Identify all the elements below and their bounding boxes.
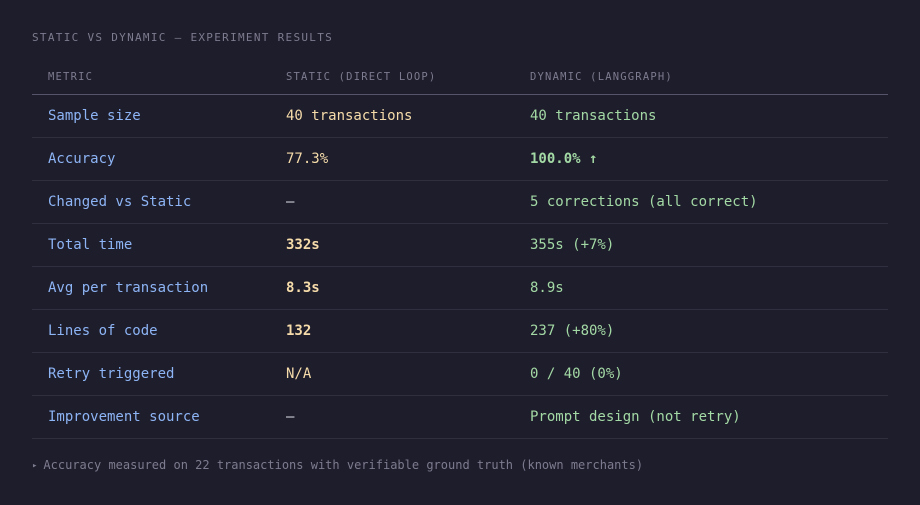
dynamic-value-cell: 5 corrections (all correct) bbox=[514, 180, 888, 224]
metric-cell: Accuracy bbox=[32, 137, 270, 181]
table-row: Accuracy 77.3% 100.0% ↑ bbox=[32, 137, 888, 181]
metric-cell: Total time bbox=[32, 223, 270, 267]
static-value-cell: 77.3% bbox=[270, 137, 514, 181]
dynamic-value-cell: Prompt design (not retry) bbox=[514, 395, 888, 439]
static-value-cell: — bbox=[270, 395, 514, 439]
column-header-metric: METRIC bbox=[32, 60, 270, 95]
static-value-cell: 132 bbox=[270, 309, 514, 353]
metric-cell: Retry triggered bbox=[32, 352, 270, 396]
static-value-cell: 8.3s bbox=[270, 266, 514, 310]
section-title: STATIC VS DYNAMIC — EXPERIMENT RESULTS bbox=[32, 31, 334, 44]
column-header-dynamic: DYNAMIC (LANGGRAPH) bbox=[514, 60, 888, 95]
table-row: Sample size 40 transactions 40 transacti… bbox=[32, 94, 888, 138]
table-header-row: METRIC STATIC (DIRECT LOOP) DYNAMIC (LAN… bbox=[32, 60, 888, 95]
static-value-cell: N/A bbox=[270, 352, 514, 396]
table-row: Changed vs Static — 5 corrections (all c… bbox=[32, 180, 888, 224]
table-row: Improvement source — Prompt design (not … bbox=[32, 395, 888, 439]
footnote: ▸ Accuracy measured on 22 transactions wi… bbox=[32, 458, 643, 472]
dynamic-value-cell: 100.0% ↑ bbox=[514, 137, 888, 181]
dynamic-value-cell: 40 transactions bbox=[514, 94, 888, 138]
dynamic-value-cell: 237 (+80%) bbox=[514, 309, 888, 353]
static-value-cell: — bbox=[270, 180, 514, 224]
metric-cell: Improvement source bbox=[32, 395, 270, 439]
column-header-static: STATIC (DIRECT LOOP) bbox=[270, 60, 514, 95]
dynamic-value-cell: 8.9s bbox=[514, 266, 888, 310]
metric-cell: Sample size bbox=[32, 94, 270, 138]
metric-cell: Changed vs Static bbox=[32, 180, 270, 224]
table-row: Lines of code 132 237 (+80%) bbox=[32, 309, 888, 353]
dynamic-value-cell: 355s (+7%) bbox=[514, 223, 888, 267]
table-row: Retry triggered N/A 0 / 40 (0%) bbox=[32, 352, 888, 396]
table-row: Avg per transaction 8.3s 8.9s bbox=[32, 266, 888, 310]
footnote-text: Accuracy measured on 22 transactions wit… bbox=[43, 458, 644, 472]
static-value-cell: 332s bbox=[270, 223, 514, 267]
results-table: METRIC STATIC (DIRECT LOOP) DYNAMIC (LAN… bbox=[32, 60, 888, 439]
static-value-cell: 40 transactions bbox=[270, 94, 514, 138]
triangle-right-icon: ▸ bbox=[32, 461, 38, 471]
metric-cell: Avg per transaction bbox=[32, 266, 270, 310]
dynamic-value-cell: 0 / 40 (0%) bbox=[514, 352, 888, 396]
table-row: Total time 332s 355s (+7%) bbox=[32, 223, 888, 267]
metric-cell: Lines of code bbox=[32, 309, 270, 353]
